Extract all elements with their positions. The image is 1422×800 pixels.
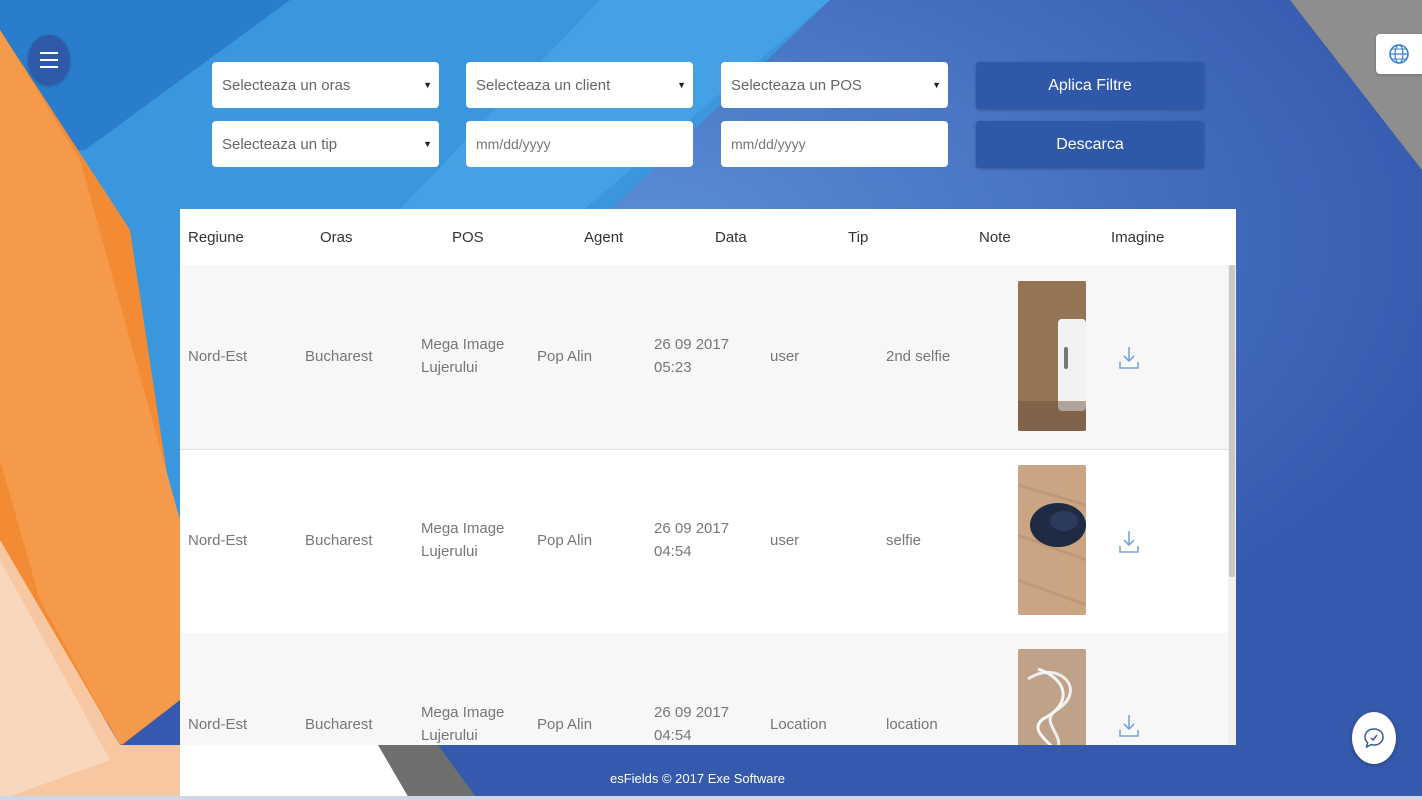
city-select[interactable]: Selecteaza un oras ▼ bbox=[212, 62, 439, 108]
cell-agent: Pop Alin bbox=[537, 716, 593, 733]
download-icon[interactable] bbox=[1118, 529, 1140, 555]
date-from-input[interactable]: mm/dd/yyyy bbox=[466, 121, 693, 167]
pos-select-label: Selecteaza un POS bbox=[731, 76, 862, 94]
cell-pos-line2: Lujerului bbox=[421, 359, 478, 376]
date-from-placeholder: mm/dd/yyyy bbox=[476, 136, 551, 152]
cell-date-line2: 04:54 bbox=[654, 543, 692, 560]
header-note: Note bbox=[979, 229, 1011, 246]
cell-oras: Bucharest bbox=[305, 348, 373, 365]
cell-tip: user bbox=[770, 532, 800, 549]
caret-down-icon: ▼ bbox=[677, 80, 686, 90]
chat-icon bbox=[1364, 728, 1384, 749]
cell-note: location bbox=[886, 716, 938, 733]
header-pos: POS bbox=[452, 229, 484, 246]
cell-pos: Mega Image Lujerului bbox=[421, 333, 504, 379]
header-tip: Tip bbox=[848, 229, 869, 246]
type-select-label: Selecteaza un tip bbox=[222, 135, 338, 153]
header-data: Data bbox=[715, 229, 747, 246]
footer-text: esFields © 2017 Exe Software bbox=[609, 771, 786, 786]
globe-button[interactable] bbox=[1376, 34, 1422, 74]
cell-pos-line2: Lujerului bbox=[421, 727, 478, 744]
pos-select[interactable]: Selecteaza un POS ▼ bbox=[721, 62, 948, 108]
image-thumbnail[interactable] bbox=[1018, 465, 1086, 615]
cell-regiune: Nord-Est bbox=[188, 716, 248, 733]
table-scrollbar[interactable] bbox=[1228, 265, 1236, 745]
date-to-placeholder: mm/dd/yyyy bbox=[731, 136, 806, 152]
image-thumbnail[interactable] bbox=[1018, 649, 1086, 745]
apply-filters-button[interactable]: Aplica Filtre bbox=[976, 62, 1204, 109]
cell-tip: Location bbox=[770, 716, 827, 733]
cell-agent: Pop Alin bbox=[537, 348, 593, 365]
cell-regiune: Nord-Est bbox=[188, 532, 248, 549]
table-row[interactable]: Nord-Est Bucharest Mega Image Lujerului … bbox=[180, 265, 1228, 450]
city-select-label: Selecteaza un oras bbox=[222, 76, 351, 94]
header-agent: Agent bbox=[584, 229, 624, 246]
caret-down-icon: ▼ bbox=[932, 80, 941, 90]
cell-pos-line2: Lujerului bbox=[421, 543, 478, 560]
download-icon[interactable] bbox=[1118, 713, 1140, 739]
image-thumbnail[interactable] bbox=[1018, 281, 1086, 431]
cell-oras: Bucharest bbox=[305, 532, 373, 549]
client-select-label: Selecteaza un client bbox=[476, 76, 611, 94]
cell-date-line2: 04:54 bbox=[654, 727, 692, 744]
cell-date-line2: 05:23 bbox=[654, 359, 692, 376]
globe-icon bbox=[1389, 44, 1409, 64]
header-regiune: Regiune bbox=[188, 229, 244, 246]
cell-data: 26 09 2017 04:54 bbox=[654, 517, 729, 563]
cell-regiune: Nord-Est bbox=[188, 348, 248, 365]
download-icon[interactable] bbox=[1118, 345, 1140, 371]
cell-date-line1: 26 09 2017 bbox=[654, 704, 730, 721]
table-header: Regiune Oras POS Agent Data Tip Note Ima… bbox=[180, 209, 1236, 266]
cell-date-line1: 26 09 2017 bbox=[654, 520, 730, 537]
cell-pos: Mega Image Lujerului bbox=[421, 701, 504, 745]
cell-note: 2nd selfie bbox=[886, 348, 951, 365]
date-to-input[interactable]: mm/dd/yyyy bbox=[721, 121, 948, 167]
hamburger-icon bbox=[40, 50, 58, 71]
table-row[interactable]: Nord-Est Bucharest Mega Image Lujerului … bbox=[180, 449, 1228, 634]
cell-pos-line1: Mega Image bbox=[421, 704, 505, 721]
type-select[interactable]: Selecteaza un tip ▼ bbox=[212, 121, 439, 167]
table-row[interactable]: Nord-Est Bucharest Mega Image Lujerului … bbox=[180, 633, 1228, 745]
chat-button[interactable] bbox=[1352, 712, 1396, 764]
cell-tip: user bbox=[770, 348, 800, 365]
scrollbar-thumb[interactable] bbox=[1229, 265, 1235, 577]
cell-date-line1: 26 09 2017 bbox=[654, 336, 730, 353]
cell-pos: Mega Image Lujerului bbox=[421, 517, 504, 563]
cell-data: 26 09 2017 04:54 bbox=[654, 701, 729, 745]
header-imagine: Imagine bbox=[1111, 229, 1165, 246]
cell-note: selfie bbox=[886, 532, 922, 549]
cell-pos-line1: Mega Image bbox=[421, 520, 505, 537]
download-button[interactable]: Descarca bbox=[976, 121, 1204, 168]
cell-oras: Bucharest bbox=[305, 716, 373, 733]
cell-pos-line1: Mega Image bbox=[421, 336, 505, 353]
header-oras: Oras bbox=[320, 229, 353, 246]
caret-down-icon: ▼ bbox=[423, 139, 432, 149]
results-table: Regiune Oras POS Agent Data Tip Note Ima… bbox=[180, 209, 1236, 745]
cell-data: 26 09 2017 05:23 bbox=[654, 333, 729, 379]
client-select[interactable]: Selecteaza un client ▼ bbox=[466, 62, 693, 108]
cell-agent: Pop Alin bbox=[537, 532, 593, 549]
caret-down-icon: ▼ bbox=[423, 80, 432, 90]
menu-button[interactable] bbox=[28, 35, 70, 85]
